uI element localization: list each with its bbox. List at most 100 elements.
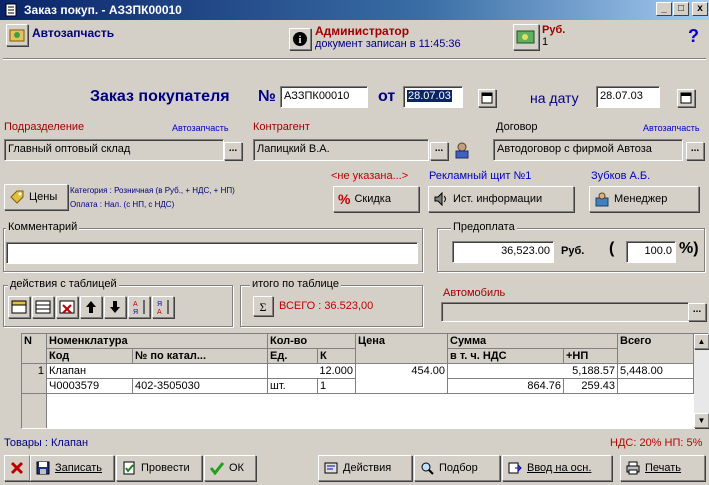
- input-base-button[interactable]: Ввод на осн.: [502, 455, 612, 481]
- doc-date-field[interactable]: 28.07.03: [403, 86, 463, 108]
- doc-number-field[interactable]: АЗЗПК00010: [280, 86, 368, 108]
- print-button-label: Печать: [645, 462, 682, 474]
- sort-asc-button[interactable]: AЯ: [128, 296, 150, 318]
- window-title: Заказ покуп. - АЗЗПК00010: [24, 3, 182, 17]
- calendar-button[interactable]: [478, 89, 496, 107]
- info-icon-button[interactable]: i: [289, 28, 311, 50]
- division-select-button[interactable]: ...: [224, 142, 242, 160]
- contract-label: Договор: [496, 121, 538, 133]
- calendar-button-2[interactable]: [677, 89, 695, 107]
- minimize-button[interactable]: _: [656, 2, 672, 16]
- manager-icon: [595, 192, 609, 207]
- table-cell-k[interactable]: 1: [318, 379, 356, 394]
- close-button[interactable]: x: [692, 2, 708, 16]
- prepay-field[interactable]: 36,523.00: [452, 241, 554, 263]
- col-header-np[interactable]: +НП: [564, 349, 618, 364]
- svg-text:i: i: [299, 35, 302, 46]
- sum-button[interactable]: Σ: [253, 296, 273, 316]
- table-cell-unit[interactable]: шт.: [268, 379, 318, 394]
- col-header-vat[interactable]: в т. ч. НДС: [448, 349, 564, 364]
- cancel-button[interactable]: [4, 455, 30, 481]
- category-text: Категория : Розничная (в Руб., + НДС, + …: [70, 186, 235, 195]
- comment-field[interactable]: [6, 242, 418, 264]
- prices-button[interactable]: Цены: [4, 184, 68, 210]
- manager-button[interactable]: Менеджер: [589, 186, 699, 212]
- prices-button-label: Цены: [29, 191, 58, 203]
- table-row-number[interactable]: 1: [22, 364, 47, 394]
- table-cell-code[interactable]: Ч0003579: [47, 379, 133, 394]
- table-cell-sum[interactable]: 5,188.57: [448, 364, 618, 379]
- prepay-label: Предоплата: [451, 221, 517, 233]
- actions-icon: [324, 462, 338, 474]
- move-up-button[interactable]: [80, 296, 102, 318]
- sort-desc-button[interactable]: ЯA: [152, 296, 174, 318]
- col-header-price[interactable]: Цена: [356, 334, 448, 364]
- company-label: Автозапчасть: [32, 26, 115, 40]
- delete-row-icon: [59, 300, 75, 314]
- col-header-nomenclature[interactable]: Номенклатура: [47, 334, 268, 349]
- discount-button-label: Скидка: [354, 193, 391, 205]
- ok-button[interactable]: ОК: [204, 455, 256, 481]
- counterparty-select-button[interactable]: ...: [430, 142, 448, 160]
- col-header-k[interactable]: К: [318, 349, 356, 364]
- input-base-button-label: Ввод на осн.: [527, 462, 592, 474]
- col-header-code[interactable]: Код: [47, 349, 133, 364]
- post-button[interactable]: Провести: [116, 455, 202, 481]
- counterparty-card-icon[interactable]: [452, 140, 472, 160]
- scroll-down-button[interactable]: ▼: [694, 413, 709, 428]
- doc-date-value: 28.07.03: [407, 90, 452, 102]
- copy-row-button[interactable]: [32, 296, 54, 318]
- col-header-sum[interactable]: Сумма: [448, 334, 618, 349]
- svg-text:Я: Я: [133, 309, 138, 316]
- currency-icon-button[interactable]: [513, 24, 539, 50]
- prepay-percent-field[interactable]: 100.0: [626, 241, 676, 263]
- table-cell-catalog[interactable]: 402-3505030: [133, 379, 268, 394]
- discount-button[interactable]: % Скидка: [333, 186, 419, 212]
- info-source-button[interactable]: Ист. информации: [428, 186, 574, 212]
- goods-table[interactable]: N Номенклатура Кол-во Цена Сумма Всего К…: [21, 333, 709, 429]
- col-header-unit[interactable]: Ед.: [268, 349, 318, 364]
- copy-row-icon: [35, 300, 51, 314]
- help-icon[interactable]: ?: [688, 26, 699, 47]
- money-icon: [516, 30, 535, 44]
- company-icon-button[interactable]: [6, 24, 28, 46]
- table-cell-name[interactable]: Клапан: [47, 364, 268, 379]
- car-label: Автомобиль: [443, 287, 506, 299]
- delete-row-button[interactable]: [56, 296, 78, 318]
- contract-select-button[interactable]: ...: [686, 142, 704, 160]
- col-header-qty[interactable]: Кол-во: [268, 334, 356, 349]
- sort-asc-icon: AЯ: [133, 300, 145, 316]
- status-right: НДС: 20% НП: 5%: [610, 437, 703, 449]
- table-total-label: итого по таблице: [250, 278, 341, 290]
- counterparty-field[interactable]: Лапицкий В.А.: [253, 139, 429, 161]
- pick-button[interactable]: Подбор: [414, 455, 500, 481]
- table-scrollbar[interactable]: ▲ ▼: [694, 334, 709, 428]
- post-doc-icon: [123, 461, 135, 475]
- save-button[interactable]: Записать: [30, 455, 114, 481]
- print-button[interactable]: Печать: [620, 455, 705, 481]
- actions-button[interactable]: Действия: [318, 455, 412, 481]
- comment-label: Комментарий: [6, 221, 80, 233]
- contract-field[interactable]: Автодоговор с фирмой Автоза: [493, 139, 683, 161]
- division-field[interactable]: Главный оптовый склад: [4, 139, 224, 161]
- car-select-button[interactable]: ...: [688, 303, 706, 321]
- row-number-gutter: [22, 394, 47, 428]
- scroll-up-button[interactable]: ▲: [694, 334, 709, 349]
- division-label: Подразделение: [4, 121, 85, 133]
- table-cell-np[interactable]: 259.43: [564, 379, 618, 394]
- checkmark-icon: [209, 462, 225, 476]
- maximize-button[interactable]: □: [673, 2, 689, 16]
- col-header-catalog[interactable]: № по катал...: [133, 349, 268, 364]
- move-down-button[interactable]: [104, 296, 126, 318]
- table-cell-total[interactable]: 5,448.00: [618, 364, 694, 379]
- car-field[interactable]: [441, 302, 689, 322]
- close-x-icon: [10, 461, 24, 475]
- table-cell-price[interactable]: 454.00: [356, 364, 448, 394]
- col-header-total[interactable]: Всего: [618, 334, 694, 364]
- table-cell-qty[interactable]: 12.000: [268, 364, 356, 379]
- on-date-field[interactable]: 28.07.03: [596, 86, 660, 108]
- table-cell-vat[interactable]: 864.76: [448, 379, 564, 394]
- add-row-button[interactable]: [8, 296, 30, 318]
- col-header-n[interactable]: N: [22, 334, 47, 364]
- arrow-up-icon: [86, 301, 96, 313]
